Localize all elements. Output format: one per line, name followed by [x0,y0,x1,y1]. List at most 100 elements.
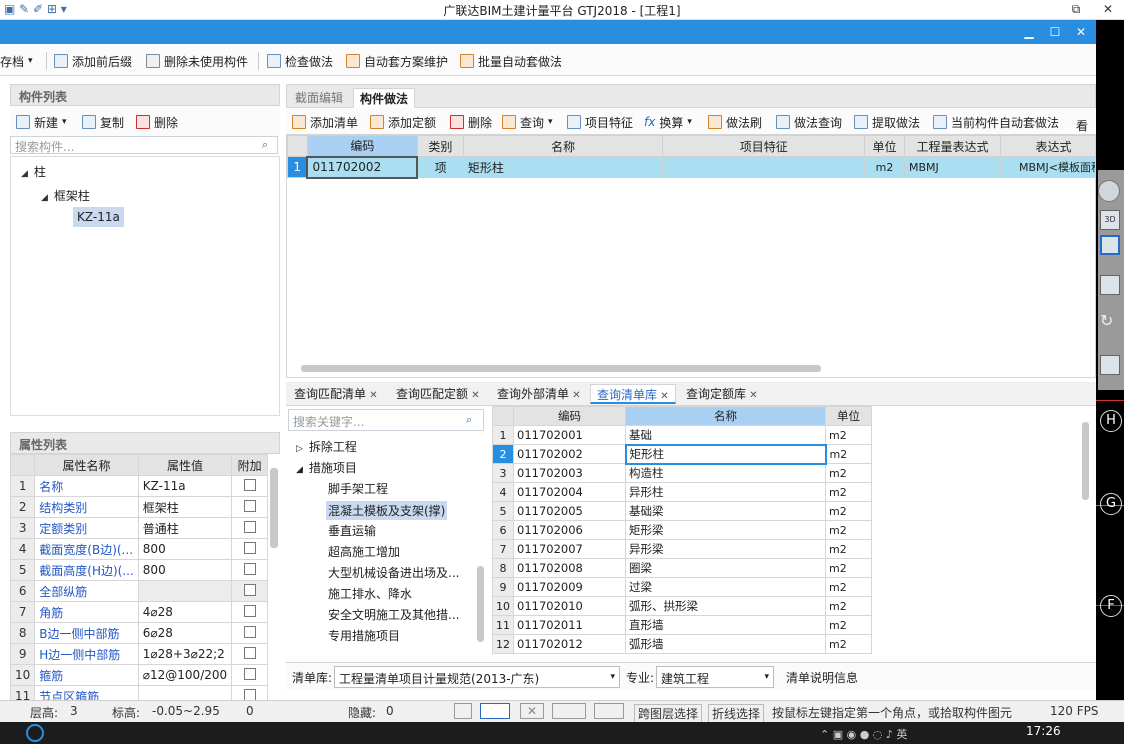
box-view-icon[interactable] [1100,275,1120,295]
tab-component-method[interactable]: 构件做法 [353,88,416,108]
cell-unit[interactable]: m2 [825,539,872,559]
col-expr2[interactable]: 表达式 [999,135,1095,157]
cell-name[interactable]: 异形梁 [625,539,826,559]
prop-extra[interactable] [231,664,268,686]
cell-name[interactable]: 异形柱 [625,482,826,502]
prop-extra[interactable] [231,643,268,665]
cell-unit[interactable]: m2 [825,558,872,578]
cell-unit[interactable]: m2 [825,520,872,540]
table-row[interactable]: 7 011702007 异形梁 m2 [492,539,872,559]
table-row[interactable]: 10 011702010 弧形、拱形梁 m2 [492,596,872,616]
snap-icon[interactable] [480,703,510,719]
col-unit[interactable]: 单位 [864,135,906,157]
cell-code[interactable]: 011702007 [513,539,626,559]
checkbox[interactable] [243,520,256,533]
library-tree-node[interactable]: 安全文明施工及其他措... [328,606,459,623]
checkbox[interactable] [243,499,256,512]
grid-view-icon[interactable] [1100,355,1120,375]
close-tab-icon[interactable]: ✕ [569,390,580,401]
new-button[interactable]: 新建 ▾ [16,113,67,131]
cell-type[interactable]: 项 [416,156,464,178]
cell-code[interactable]: 011702001 [513,425,626,445]
cell-code[interactable]: 011702009 [513,577,626,597]
cross-icon[interactable]: ✕ [520,703,544,719]
polyline-select-button[interactable]: 折线选择 [708,704,765,723]
tab-4[interactable]: 查询定额库 ✕ [680,384,760,404]
component-search-input[interactable]: 搜索构件... [10,136,278,154]
prop-value[interactable]: KZ-11a [137,475,233,497]
prop-name[interactable]: 截面高度(H边)(... [34,559,139,581]
table-row[interactable]: 6 011702006 矩形梁 m2 [492,520,872,540]
checkbox[interactable] [243,667,256,680]
add-quota-button[interactable]: 添加定额 [370,113,436,131]
table-row[interactable]: 8 011702008 圈梁 m2 [492,558,872,578]
search-icon[interactable]: ⌕ [466,413,472,427]
cell-expr2[interactable]: MBMJ<模板面积 [999,156,1095,178]
cell-expr[interactable]: MBMJ [904,156,1001,178]
tab-2[interactable]: 查询外部清单 ✕ [491,384,585,404]
prop-value[interactable]: 框架柱 [137,496,233,518]
globe-icon[interactable] [1098,180,1120,202]
table-row[interactable]: 1 名称 KZ-11a [10,475,268,497]
checkbox[interactable] [243,478,256,491]
delete-button[interactable]: 删除 [136,113,178,131]
prop-extra[interactable] [231,601,268,623]
col-code[interactable]: 编码 [306,135,418,157]
close-tab-icon[interactable]: ✕ [468,390,479,401]
prop-name[interactable]: 名称 [34,475,139,497]
cell-name[interactable]: 矩形柱 [624,443,827,465]
library-grid-scrollbar[interactable] [1082,422,1089,500]
cell-code[interactable]: 011702002 [306,155,419,179]
prop-name[interactable]: 角筋 [34,601,139,623]
table-row[interactable]: 4 截面宽度(B边)(... 800 [10,538,268,560]
add-prefix-suffix-button[interactable]: 添加前后缀 [54,52,132,70]
query-button[interactable]: 查询 ▾ [502,113,553,131]
checkbox[interactable] [243,541,256,554]
cell-unit[interactable]: m2 [825,501,872,521]
cell-unit[interactable]: m2 [825,577,872,597]
batch-auto-button[interactable]: 批量自动套做法 [460,52,562,70]
cell-code[interactable]: 011702003 [513,463,626,483]
cell-unit[interactable]: m2 [825,596,872,616]
table-row[interactable]: 5 011702005 基础梁 m2 [492,501,872,521]
auto-scheme-button[interactable]: 自动套方案维护 [346,52,448,70]
rotate-icon[interactable]: ↻ [1100,312,1120,332]
prop-value[interactable]: 1⌀28+3⌀22;2 [137,643,233,665]
prop-name[interactable]: 全部纵筋 [34,580,139,602]
cell-unit[interactable]: m2 [825,463,872,483]
property-scrollbar[interactable] [270,468,278,548]
cell-code[interactable]: 011702006 [513,520,626,540]
table-row[interactable]: 2 011702002 矩形柱 m2 [492,443,872,465]
table-row[interactable]: 9 H边一侧中部筋 1⌀28+3⌀22;2 [10,643,268,665]
prop-extra[interactable] [231,517,268,539]
prop-extra[interactable] [231,496,268,518]
prop-name[interactable]: 箍筋 [34,664,139,686]
library-tree-node[interactable]: 混凝土模板及支架(撑) [326,501,448,520]
cell-name[interactable]: 矩形柱 [462,156,664,178]
table-row[interactable]: 7 角筋 4⌀28 [10,601,268,623]
col-feature[interactable]: 项目特征 [662,135,866,157]
checkbox[interactable] [243,625,256,638]
cube-view-icon[interactable] [1100,235,1120,255]
method-brush-button[interactable]: 做法刷 [708,113,762,131]
table-row[interactable]: 9 011702009 过梁 m2 [492,577,872,597]
prop-value[interactable]: 800 [137,559,233,581]
checkbox[interactable] [243,562,256,575]
prop-name[interactable]: 定额类别 [34,517,139,539]
cell-code[interactable]: 011702012 [513,634,626,654]
close-tab-icon[interactable]: ✕ [366,390,377,401]
col-type[interactable]: 类别 [416,135,464,157]
col-name[interactable]: 名称 [462,135,664,157]
prop-extra[interactable] [231,559,268,581]
prop-value[interactable]: ⌀12@100/200 [137,664,233,686]
cell-unit[interactable]: m2 [825,425,872,445]
col-expr[interactable]: 工程量表达式 [904,135,1001,157]
maximize-icon[interactable]: ☐ [1042,22,1068,42]
line-style-icon[interactable] [594,703,624,719]
cell-unit[interactable]: m2 [825,444,872,464]
table-row[interactable]: 11 节点区箍筋 [10,685,268,700]
search-icon[interactable]: ⌕ [262,138,268,152]
cell-code[interactable]: 011702010 [513,596,626,616]
bill-library-select[interactable]: 工程量清单项目计量规范(2013-广东) ▾ [334,666,620,688]
browser-icon[interactable] [26,724,44,742]
